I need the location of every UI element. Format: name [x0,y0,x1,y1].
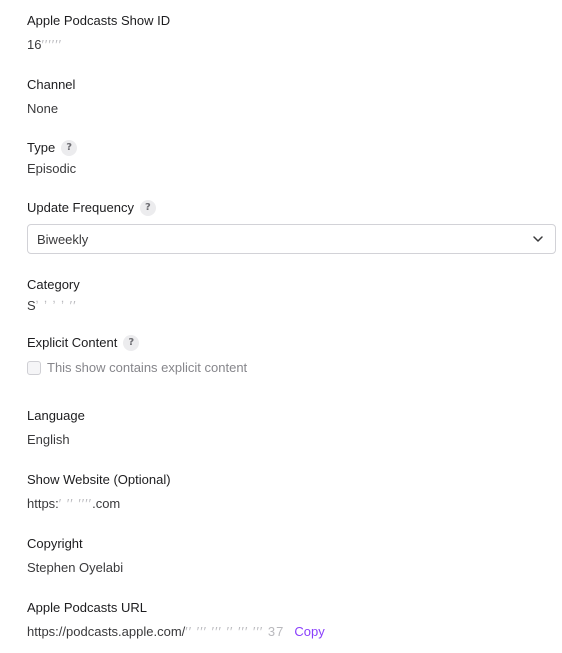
type-field: Type ? Episodic [27,140,78,177]
show-id-value: 16′′′′′′ [27,37,170,53]
show-website-end: .com [92,496,121,511]
explicit-checkbox-label[interactable]: This show contains explicit content [47,360,247,375]
category-field: Category Sʼ ʼ ʼ ʼ ′′ [27,277,80,314]
type-label: Type [27,140,56,155]
language-label: Language [27,408,85,423]
update-frequency-label-row: Update Frequency ? [27,200,156,216]
update-frequency-select[interactable]: Biweekly [27,224,556,254]
category-value: Sʼ ʼ ʼ ʼ ′′ [27,298,80,314]
category-label: Category [27,277,80,292]
language-field: Language English [27,408,85,448]
show-website-start: https: [27,496,59,511]
question-circle-icon[interactable]: ? [139,200,156,216]
apple-podcasts-url-value: https://podcasts.apple.com/′′ ′′′ ′′′ ′′… [27,624,284,639]
show-website-value: https:′ ′′ ′′′′.com [27,496,171,512]
channel-label: Channel [27,77,76,92]
chevron-down-icon [533,236,543,242]
show-id-redacted: ′′′′′′ [41,37,63,52]
apple-url-start: https://podcasts.apple.com/ [27,624,186,639]
apple-url-redacted: ′′ ′′′ ′′′ ′′ ′′′ ′′′ 37 [185,624,285,639]
explicit-content-field: Explicit Content ? This show contains ex… [27,335,247,375]
apple-podcasts-url-label: Apple Podcasts URL [27,600,147,615]
type-label-row: Type ? [27,140,78,156]
update-frequency-label: Update Frequency [27,200,134,215]
update-frequency-field: Update Frequency ? [27,200,156,216]
type-value: Episodic [27,161,77,176]
copyright-field: Copyright Stephen Oyelabi [27,536,123,576]
show-website-redacted: ′ ′′ ′′′′ [58,496,93,511]
question-circle-icon[interactable]: ? [61,140,78,156]
channel-value: None [27,101,59,116]
update-frequency-selected: Biweekly [37,231,89,247]
explicit-content-label: Explicit Content [27,335,118,350]
copyright-value: Stephen Oyelabi [27,560,124,575]
copy-url-button[interactable]: Copy [294,624,324,639]
language-value: English [27,432,70,447]
apple-podcasts-url-field: Apple Podcasts URL https://podcasts.appl… [27,600,325,639]
channel-field: Channel None [27,77,75,117]
show-id-visible: 16 [27,37,42,52]
explicit-checkbox[interactable] [27,360,41,375]
show-id-label: Apple Podcasts Show ID [27,13,171,28]
copyright-label: Copyright [27,536,83,551]
explicit-content-label-row: Explicit Content ? [27,335,247,351]
show-website-label: Show Website (Optional) [27,472,171,487]
apple-podcasts-url-row: https://podcasts.apple.com/′′ ′′′ ′′′ ′′… [27,624,325,639]
show-website-field: Show Website (Optional) https:′ ′′ ′′′′.… [27,472,171,512]
question-circle-icon[interactable]: ? [123,335,140,351]
explicit-checkbox-row[interactable]: This show contains explicit content [27,360,247,375]
show-id-field: Apple Podcasts Show ID 16′′′′′′ [27,13,170,53]
category-redacted: ʼ ʼ ʼ ʼ ′′ [35,298,77,313]
category-visible: S [27,298,36,313]
